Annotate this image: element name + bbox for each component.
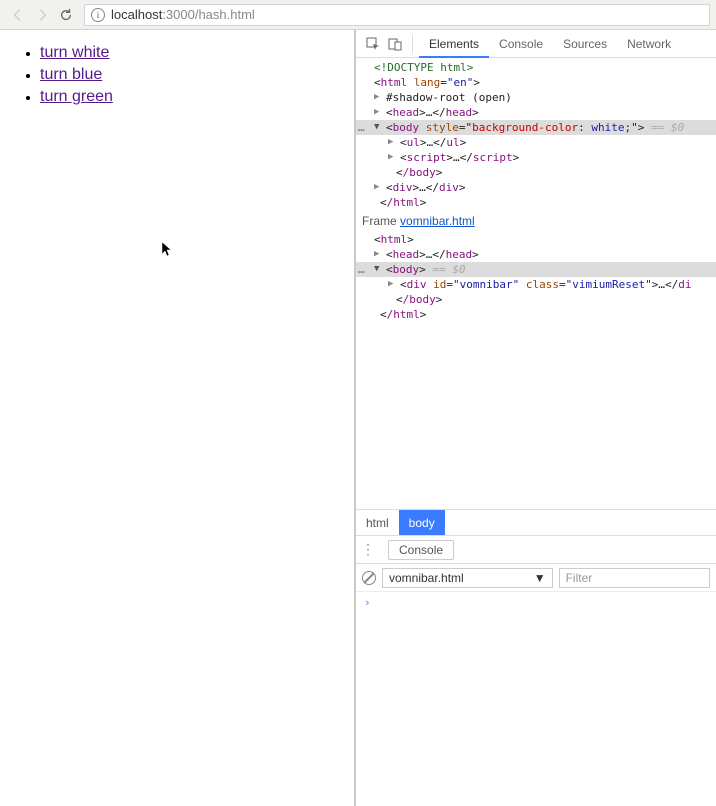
site-info-icon[interactable]: i xyxy=(91,8,105,22)
link-turn-blue[interactable]: turn blue xyxy=(40,66,102,83)
tab-sources[interactable]: Sources xyxy=(553,30,617,58)
console-prompt[interactable]: › xyxy=(356,592,716,806)
reload-button[interactable] xyxy=(54,3,78,27)
link-turn-green[interactable]: turn green xyxy=(40,88,113,105)
address-path: :3000/hash.html xyxy=(162,7,255,22)
page-content: turn white turn blue turn green xyxy=(0,30,354,806)
inspect-element-icon[interactable] xyxy=(362,33,384,55)
drawer-menu-icon[interactable]: ⋮ xyxy=(356,541,380,558)
mouse-cursor-icon xyxy=(162,242,174,258)
back-button[interactable] xyxy=(6,3,30,27)
console-filter-input[interactable]: Filter xyxy=(559,568,710,588)
tab-console[interactable]: Console xyxy=(489,30,553,58)
clear-console-icon[interactable] xyxy=(362,571,376,585)
drawer-tab-console[interactable]: Console xyxy=(388,540,454,560)
dom-tree[interactable]: <!DOCTYPE html> <html lang="en"> ▶#shado… xyxy=(356,58,716,509)
devtools-panel: Elements Console Sources Network <!DOCTY… xyxy=(354,30,716,806)
forward-button[interactable] xyxy=(30,3,54,27)
crumb-body[interactable]: body xyxy=(399,510,445,535)
address-host: localhost xyxy=(111,7,162,22)
device-toggle-icon[interactable] xyxy=(384,33,406,55)
breadcrumb-bar: html body xyxy=(356,509,716,535)
console-drawer: ⋮ Console vomnibar.html▼ Filter › xyxy=(356,535,716,806)
tab-elements[interactable]: Elements xyxy=(419,30,489,58)
crumb-html[interactable]: html xyxy=(356,510,399,535)
devtools-toolbar: Elements Console Sources Network xyxy=(356,30,716,58)
address-bar[interactable]: i localhost:3000/hash.html xyxy=(84,4,710,26)
frame-label: Frame vomnibar.html xyxy=(356,210,716,232)
link-turn-white[interactable]: turn white xyxy=(40,44,109,61)
browser-toolbar: i localhost:3000/hash.html xyxy=(0,0,716,30)
tab-network[interactable]: Network xyxy=(617,30,681,58)
dom-selected-body: …▼<body style="background-color: white;"… xyxy=(356,120,716,135)
console-context-select[interactable]: vomnibar.html▼ xyxy=(382,568,553,588)
frame-link[interactable]: vomnibar.html xyxy=(400,214,475,228)
